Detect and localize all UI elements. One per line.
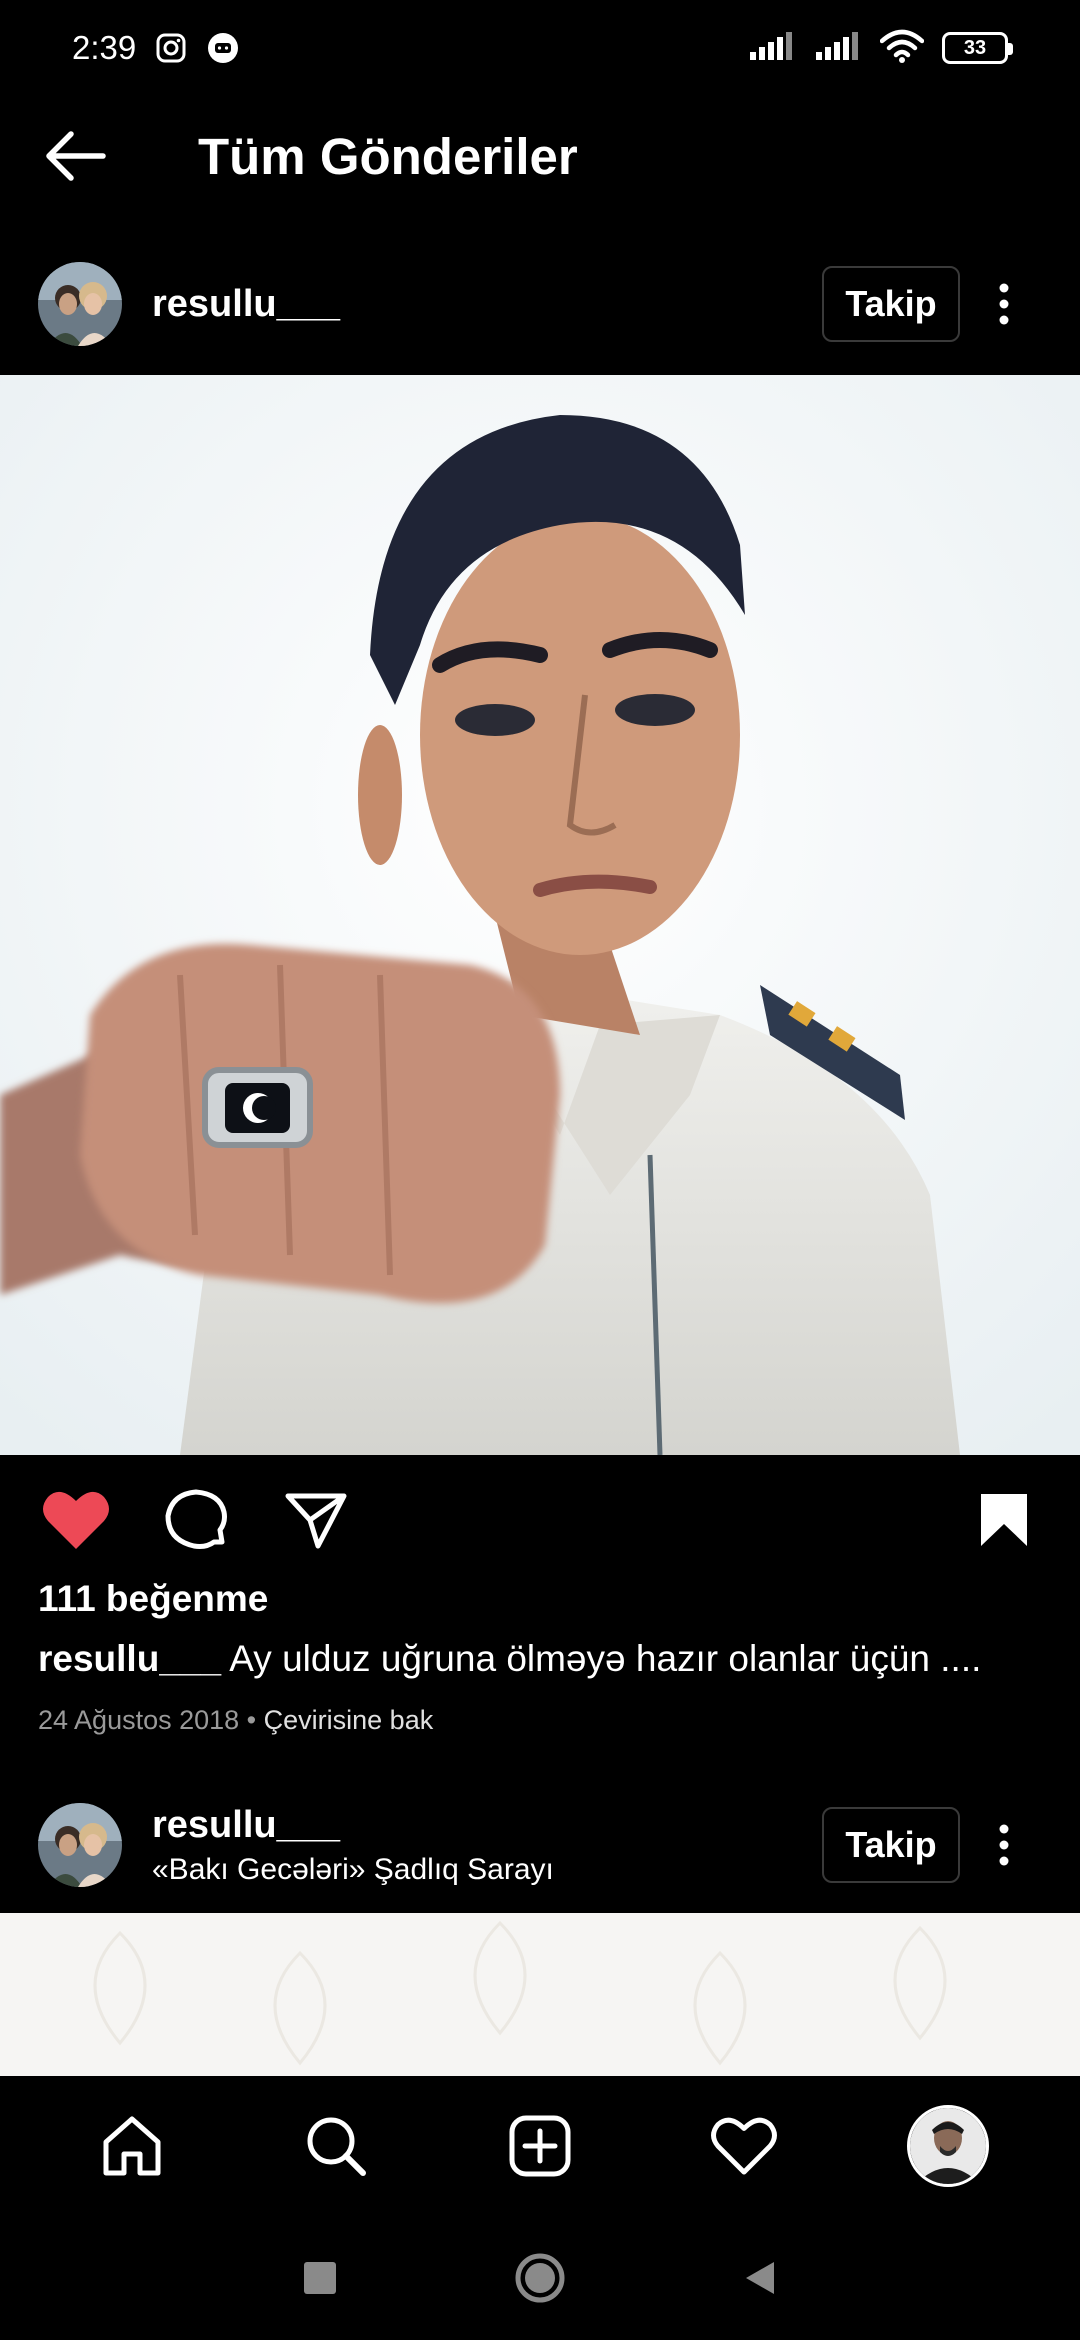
- see-translation-link[interactable]: Çevirisine bak: [264, 1705, 434, 1735]
- post-location[interactable]: «Bakı Gecələri» Şadlıq Sarayı: [152, 1853, 554, 1887]
- meta-separator: •: [239, 1705, 264, 1735]
- home-system-button[interactable]: [510, 2248, 570, 2308]
- wifi-icon: [879, 29, 925, 68]
- nav-profile[interactable]: [893, 2091, 1003, 2201]
- post-photo[interactable]: [0, 1913, 1080, 2076]
- recents-button[interactable]: [290, 2248, 350, 2308]
- post-header: resullu___ «Bakı Gecələri» Şadlıq Sarayı…: [0, 1775, 1080, 1915]
- messenger-notification-icon: [206, 31, 240, 65]
- avatar[interactable]: [907, 2105, 989, 2187]
- signal-icon: [748, 30, 796, 67]
- send-icon: [285, 1493, 347, 1549]
- comment-button[interactable]: [156, 1480, 236, 1560]
- page-header: Tüm Gönderiler: [0, 96, 1080, 216]
- battery-indicator: 33: [942, 32, 1013, 64]
- back-button[interactable]: [0, 96, 150, 216]
- heart-icon: [711, 2117, 777, 2175]
- post-username[interactable]: resullu___: [152, 283, 340, 326]
- bottom-navigation: [0, 2076, 1080, 2216]
- plus-square-icon: [509, 2115, 571, 2177]
- save-button[interactable]: [964, 1480, 1044, 1560]
- nav-search[interactable]: [281, 2091, 391, 2201]
- bookmark-filled-icon: [981, 1494, 1027, 1546]
- comment-icon: [165, 1489, 227, 1549]
- nav-activity[interactable]: [689, 2091, 799, 2201]
- status-time: 2:39: [72, 29, 137, 66]
- system-navigation: [0, 2216, 1080, 2340]
- post-actions: [0, 1470, 1080, 1570]
- follow-button[interactable]: Takip: [822, 266, 960, 342]
- share-button[interactable]: [276, 1480, 356, 1560]
- search-icon: [307, 2117, 366, 2176]
- caption-username[interactable]: resullu___: [38, 1638, 221, 1679]
- follow-button[interactable]: Takip: [822, 1807, 960, 1883]
- status-bar: 2:39 33: [0, 0, 1080, 96]
- nav-home[interactable]: [77, 2091, 187, 2201]
- more-options-button[interactable]: [964, 264, 1044, 344]
- circle-icon: [515, 2253, 565, 2303]
- triangle-back-icon: [746, 2262, 774, 2294]
- like-count[interactable]: 111 beğenme: [38, 1578, 268, 1620]
- more-options-button[interactable]: [964, 1805, 1044, 1885]
- arrow-left-icon: [46, 131, 106, 181]
- post-header: resullu___ Takip: [0, 234, 1080, 374]
- home-icon: [103, 2116, 161, 2176]
- post-caption: resullu___ Ay ulduz uğruna ölməyə hazır …: [38, 1638, 1048, 1680]
- post-photo[interactable]: [0, 375, 1080, 1455]
- page-title: Tüm Gönderiler: [198, 127, 578, 185]
- square-icon: [304, 2262, 336, 2294]
- status-right: 33: [748, 29, 1013, 68]
- post-meta: 24 Ağustos 2018 • Çevirisine bak: [38, 1705, 433, 1736]
- more-vertical-icon: [999, 1824, 1009, 1866]
- like-button[interactable]: [36, 1480, 116, 1560]
- signal-icon: [814, 30, 862, 67]
- post-date: 24 Ağustos 2018: [38, 1705, 240, 1735]
- back-system-button[interactable]: [730, 2248, 790, 2308]
- avatar[interactable]: [38, 1803, 122, 1887]
- instagram-notification-icon: [154, 31, 188, 65]
- nav-create[interactable]: [485, 2091, 595, 2201]
- caption-text: Ay ulduz uğruna ölməyə hazır olanlar üçü…: [221, 1638, 982, 1679]
- post-username[interactable]: resullu___: [152, 1804, 554, 1847]
- avatar[interactable]: [38, 262, 122, 346]
- more-vertical-icon: [999, 283, 1009, 325]
- heart-filled-icon: [43, 1491, 109, 1549]
